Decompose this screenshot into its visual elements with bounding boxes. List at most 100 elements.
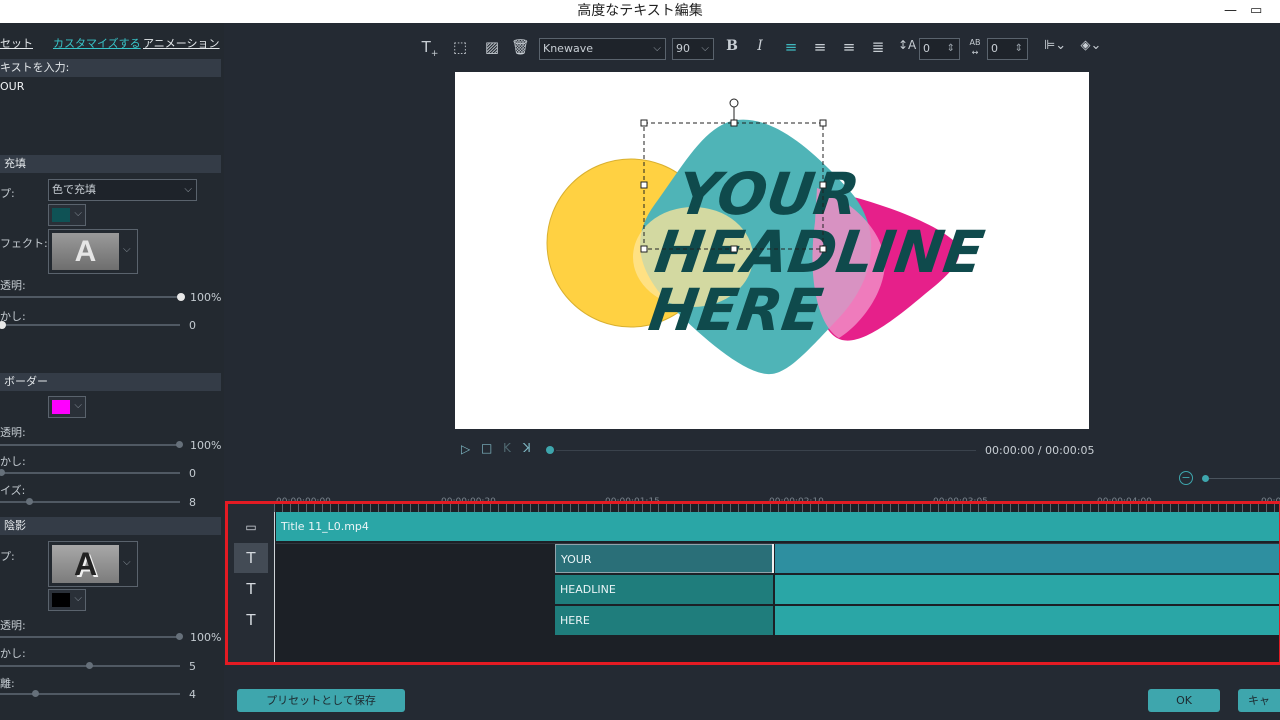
shadow-opacity-label: 透明: [0,619,26,632]
window-titlebar: 高度なテキスト編集 [0,0,1280,23]
restore-icon[interactable]: ▭ [1250,0,1264,23]
text-input-header: キストを入力: [0,59,221,77]
text-input-field[interactable]: OUR [0,80,24,93]
chevron-down-icon: ⌵ [123,244,131,255]
zoom-slider-handle[interactable] [1202,475,1209,482]
fill-type-select[interactable]: 色で充填 ⌵ [48,179,197,201]
border-opacity-slider[interactable] [0,444,180,446]
shadow-type-picker[interactable]: A ⌵ [48,541,138,587]
preview-artwork: YOUR HEADLINE HERE [546,98,988,375]
chevron-down-icon: ⌵ [74,593,82,604]
shadow-blur-value: 5 [189,660,196,673]
stepper-icon: ⇕ [946,43,955,54]
zoom-out-icon[interactable]: − [1179,471,1193,485]
line-spacing-input[interactable]: 0 ⇕ [919,38,960,60]
resize-handle[interactable] [819,245,827,253]
border-blur-slider[interactable] [0,472,180,474]
border-size-handle[interactable] [26,498,33,505]
shadow-color-picker[interactable]: ⌵ [48,589,86,611]
tab-customize[interactable]: カスタマイズする [53,35,141,51]
shadow-type-preview: A [52,545,119,583]
shadow-opacity-handle[interactable] [176,633,183,640]
char-spacing-icon[interactable]: AB ↔ [965,38,985,60]
resize-handle[interactable] [730,119,738,127]
tab-preset[interactable]: セット [0,35,33,51]
font-size-select[interactable]: 90 ⌵ [672,38,714,60]
resize-handle[interactable] [730,245,738,253]
shadow-blur-label: かし: [0,647,26,660]
shadow-blur-handle[interactable] [86,662,93,669]
shadow-color-swatch [52,593,70,607]
fill-opacity-handle[interactable] [177,293,185,301]
fill-effect-picker[interactable]: A ⌵ [48,229,138,274]
border-color-swatch [52,400,70,414]
preview-line-3[interactable]: HERE [645,276,827,344]
fill-color-swatch [52,208,70,222]
shadow-distance-handle[interactable] [32,690,39,697]
shadow-distance-slider[interactable] [0,693,180,695]
shadow-opacity-value: 100% [190,631,222,644]
resize-handle[interactable] [640,181,648,189]
align-right-icon[interactable]: ≡ [840,38,858,60]
align-objects-icon[interactable]: ⊫⌄ [1040,38,1070,60]
minimize-icon[interactable]: — [1224,0,1238,23]
border-blur-handle[interactable] [0,469,5,476]
add-text-icon[interactable]: T+ [419,38,441,60]
chevron-down-icon: ⌵ [184,184,192,195]
shadow-section-header[interactable]: 陰影 [0,517,221,535]
fill-blur-handle[interactable] [0,321,6,329]
fill-color-picker[interactable]: ⌵ [48,204,86,226]
fill-opacity-slider[interactable] [0,296,180,298]
preview-canvas[interactable]: YOUR HEADLINE HERE [455,72,1089,429]
align-center-icon[interactable]: ≡ [811,38,829,60]
ok-button[interactable]: OK [1148,689,1220,712]
border-blur-label: かし: [0,455,26,468]
stepper-icon: ⇕ [1014,43,1023,54]
fill-type-label: プ: [0,187,15,200]
rotate-handle[interactable] [729,98,739,108]
shadow-type-label: プ: [0,550,15,563]
window-title: 高度なテキスト編集 [577,3,703,19]
fill-section-header[interactable]: 充填 [0,155,221,173]
zoom-slider-track[interactable] [1209,478,1280,479]
save-preset-button[interactable]: プリセットとして保存 [237,689,405,712]
trash-icon[interactable]: 🗑 [511,38,530,60]
align-justify-icon[interactable]: ≣ [869,38,887,60]
border-opacity-label: 透明: [0,426,26,439]
fill-blur-value: 0 [189,319,196,332]
next-frame-icon[interactable]: ꓘ [523,441,531,455]
border-color-picker[interactable]: ⌵ [48,396,86,418]
playhead-knob[interactable] [546,446,554,454]
play-icon[interactable]: ▷ [461,442,470,456]
align-left-icon[interactable]: ≡ [782,38,800,60]
fill-opacity-label: 透明: [0,279,26,292]
resize-handle[interactable] [819,181,827,189]
line-spacing-icon[interactable]: ↕A [898,38,916,60]
add-shape-icon[interactable]: ⬚ [449,38,471,60]
fill-effect-preview: A [52,233,119,270]
resize-handle[interactable] [640,245,648,253]
border-blur-value: 0 [189,467,196,480]
add-image-icon[interactable]: ▨ [480,38,504,60]
cancel-button[interactable]: キャンセ [1238,689,1280,712]
tab-animation[interactable]: アニメーション [143,35,220,51]
chevron-down-icon: ⌵ [653,43,661,54]
shadow-opacity-slider[interactable] [0,636,180,638]
shadow-distance-value: 4 [189,688,196,701]
resize-handle[interactable] [640,119,648,127]
border-size-value: 8 [189,496,196,509]
prev-frame-icon[interactable]: K [503,441,511,455]
font-family-select[interactable]: Knewave ⌵ [539,38,666,60]
properties-panel: セット カスタマイズする アニメーション キストを入力: OUR 充填 プ: 色… [0,23,224,720]
char-spacing-input[interactable]: 0 ⇕ [987,38,1028,60]
playback-progress-track[interactable] [556,450,976,451]
border-section-header[interactable]: ボーダー [0,373,221,391]
chevron-down-icon: ⌵ [123,557,131,568]
resize-handle[interactable] [819,119,827,127]
bold-button[interactable]: B [724,38,740,60]
stop-icon[interactable]: □ [481,441,492,455]
border-opacity-handle[interactable] [176,441,183,448]
fill-blur-slider[interactable] [0,324,180,326]
layers-icon[interactable]: ◈⌄ [1076,38,1106,60]
italic-button[interactable]: I [753,38,767,60]
